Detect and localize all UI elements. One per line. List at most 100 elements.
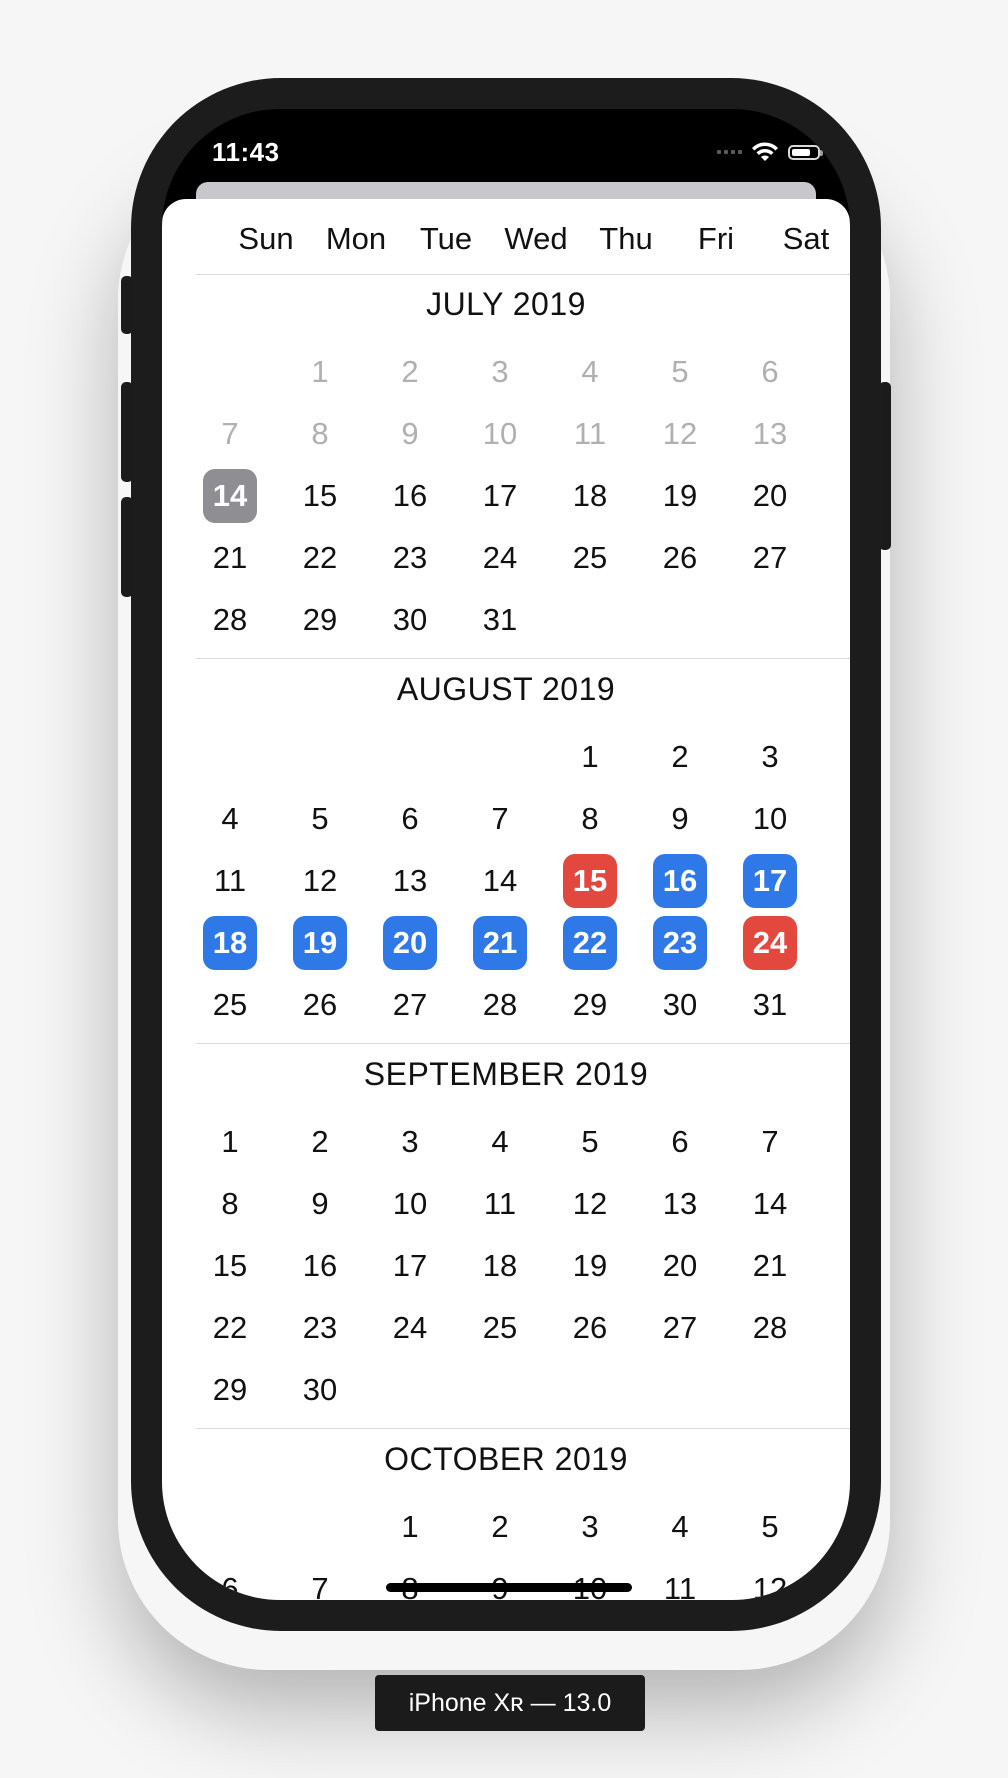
home-indicator[interactable] bbox=[386, 1583, 632, 1592]
day-cell[interactable]: 28 bbox=[473, 978, 527, 1032]
month-title: SEPTEMBER 2019 bbox=[363, 1056, 649, 1092]
day-cell[interactable]: 8 bbox=[383, 1562, 437, 1600]
day-cell: 3 bbox=[491, 354, 509, 389]
day-cell[interactable]: 5 bbox=[743, 1500, 797, 1554]
day-cell[interactable]: 25 bbox=[203, 978, 257, 1032]
day-cell[interactable]: 5 bbox=[563, 1115, 617, 1169]
day-cell[interactable]: 18 bbox=[563, 469, 617, 523]
day-cell[interactable]: 20 bbox=[743, 469, 797, 523]
day-cell[interactable]: 19 bbox=[653, 469, 707, 523]
day-cell[interactable]: 30 bbox=[383, 593, 437, 647]
day-cell[interactable]: 10 bbox=[383, 1177, 437, 1231]
weekday-mon: Mon bbox=[325, 221, 387, 256]
day-cell[interactable]: 29 bbox=[203, 1363, 257, 1417]
day-cell[interactable]: 17 bbox=[473, 469, 527, 523]
day-cell[interactable]: 12 bbox=[743, 1562, 797, 1600]
day-cell[interactable]: 16 bbox=[293, 1239, 347, 1293]
day-cell-in-range[interactable]: 20 bbox=[383, 916, 437, 970]
day-cell[interactable]: 29 bbox=[563, 978, 617, 1032]
day-cell[interactable]: 26 bbox=[563, 1301, 617, 1355]
day-cell[interactable]: 25 bbox=[473, 1301, 527, 1355]
day-cell[interactable]: 10 bbox=[743, 792, 797, 846]
day-cell[interactable]: 1 bbox=[383, 1500, 437, 1554]
day-cell[interactable]: 27 bbox=[743, 531, 797, 585]
day-cell-in-range[interactable]: 17 bbox=[743, 854, 797, 908]
day-cell[interactable]: 9 bbox=[293, 1177, 347, 1231]
day-cell[interactable]: 11 bbox=[203, 854, 257, 908]
day-cell: 12 bbox=[662, 416, 698, 451]
day-cell[interactable]: 1 bbox=[203, 1115, 257, 1169]
day-cell-in-range[interactable]: 23 bbox=[653, 916, 707, 970]
day-cell[interactable]: 14 bbox=[473, 854, 527, 908]
day-cell[interactable]: 28 bbox=[743, 1301, 797, 1355]
day-cell[interactable]: 15 bbox=[293, 469, 347, 523]
day-cell[interactable]: 19 bbox=[563, 1239, 617, 1293]
day-cell[interactable]: 31 bbox=[473, 593, 527, 647]
day-cell[interactable]: 29 bbox=[293, 593, 347, 647]
day-cell[interactable]: 3 bbox=[383, 1115, 437, 1169]
day-cell-in-range[interactable]: 18 bbox=[203, 916, 257, 970]
calendar-sheet[interactable]: Sun Mon Tue Wed Thu Fri Sat JULY 2019 1 2 3 4 5 6 7 8 9… bbox=[162, 199, 850, 1600]
day-cell[interactable]: 7 bbox=[293, 1562, 347, 1600]
day-cell[interactable]: 13 bbox=[383, 854, 437, 908]
notch bbox=[314, 109, 698, 165]
day-cell-range-end[interactable]: 24 bbox=[743, 916, 797, 970]
day-cell[interactable]: 11 bbox=[653, 1562, 707, 1600]
day-cell[interactable]: 3 bbox=[563, 1500, 617, 1554]
day-cell[interactable]: 11 bbox=[473, 1177, 527, 1231]
day-cell[interactable]: 25 bbox=[563, 531, 617, 585]
day-cell[interactable]: 6 bbox=[653, 1115, 707, 1169]
day-cell: 8 bbox=[311, 416, 329, 451]
day-cell[interactable]: 2 bbox=[473, 1500, 527, 1554]
day-cell: 5 bbox=[671, 354, 689, 389]
day-cell[interactable]: 26 bbox=[653, 531, 707, 585]
day-cell[interactable]: 24 bbox=[383, 1301, 437, 1355]
day-cell[interactable]: 2 bbox=[653, 730, 707, 784]
day-cell[interactable]: 3 bbox=[743, 730, 797, 784]
day-cell[interactable]: 1 bbox=[563, 730, 617, 784]
day-cell[interactable]: 20 bbox=[653, 1239, 707, 1293]
day-cell[interactable]: 12 bbox=[293, 854, 347, 908]
day-cell[interactable]: 6 bbox=[203, 1562, 257, 1600]
day-cell[interactable]: 10 bbox=[563, 1562, 617, 1600]
day-cell[interactable]: 24 bbox=[473, 531, 527, 585]
day-cell[interactable]: 9 bbox=[473, 1562, 527, 1600]
day-cell[interactable]: 15 bbox=[203, 1239, 257, 1293]
day-cell-in-range[interactable]: 16 bbox=[653, 854, 707, 908]
day-cell[interactable]: 27 bbox=[383, 978, 437, 1032]
day-cell[interactable]: 22 bbox=[293, 531, 347, 585]
day-cell[interactable]: 16 bbox=[383, 469, 437, 523]
day-cell[interactable]: 18 bbox=[473, 1239, 527, 1293]
day-cell[interactable]: 13 bbox=[653, 1177, 707, 1231]
day-cell[interactable]: 22 bbox=[203, 1301, 257, 1355]
day-cell-today[interactable]: 14 bbox=[203, 469, 257, 523]
day-cell[interactable]: 5 bbox=[293, 792, 347, 846]
day-cell[interactable]: 4 bbox=[473, 1115, 527, 1169]
day-cell[interactable]: 8 bbox=[203, 1177, 257, 1231]
day-cell-in-range[interactable]: 21 bbox=[473, 916, 527, 970]
day-cell-in-range[interactable]: 19 bbox=[293, 916, 347, 970]
day-cell-in-range[interactable]: 22 bbox=[563, 916, 617, 970]
day-cell[interactable]: 7 bbox=[743, 1115, 797, 1169]
day-cell[interactable]: 30 bbox=[293, 1363, 347, 1417]
day-cell-range-start[interactable]: 15 bbox=[563, 854, 617, 908]
day-cell[interactable]: 2 bbox=[293, 1115, 347, 1169]
day-cell[interactable]: 14 bbox=[743, 1177, 797, 1231]
day-cell[interactable]: 21 bbox=[203, 531, 257, 585]
day-cell[interactable]: 23 bbox=[293, 1301, 347, 1355]
day-cell[interactable]: 31 bbox=[743, 978, 797, 1032]
day-cell[interactable]: 8 bbox=[563, 792, 617, 846]
day-cell[interactable]: 27 bbox=[653, 1301, 707, 1355]
day-cell[interactable]: 12 bbox=[563, 1177, 617, 1231]
day-cell[interactable]: 26 bbox=[293, 978, 347, 1032]
day-cell[interactable]: 6 bbox=[383, 792, 437, 846]
day-cell[interactable]: 21 bbox=[743, 1239, 797, 1293]
day-cell[interactable]: 17 bbox=[383, 1239, 437, 1293]
day-cell[interactable]: 23 bbox=[383, 531, 437, 585]
day-cell[interactable]: 9 bbox=[653, 792, 707, 846]
day-cell[interactable]: 4 bbox=[653, 1500, 707, 1554]
day-cell[interactable]: 30 bbox=[653, 978, 707, 1032]
day-cell[interactable]: 7 bbox=[473, 792, 527, 846]
day-cell[interactable]: 4 bbox=[203, 792, 257, 846]
day-cell[interactable]: 28 bbox=[203, 593, 257, 647]
